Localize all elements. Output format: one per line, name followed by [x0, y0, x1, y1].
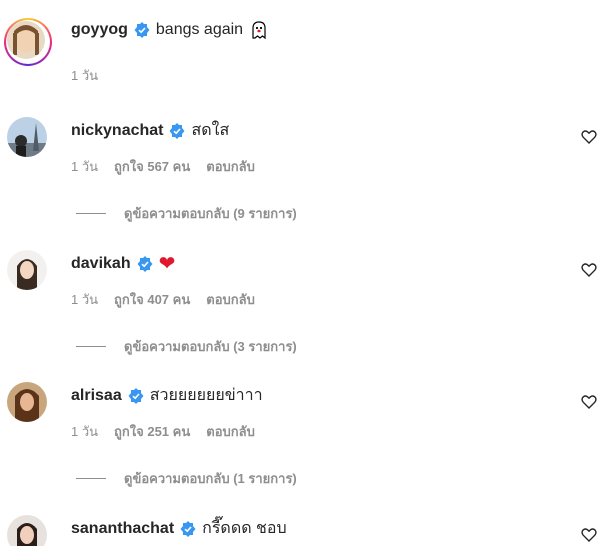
- comment-time: 1 วัน: [71, 159, 99, 174]
- reply-divider: [76, 346, 106, 347]
- story-ring-avatar[interactable]: [4, 18, 52, 66]
- avatar-goyyog: [7, 21, 45, 59]
- like-heart-icon[interactable]: [581, 262, 597, 278]
- comment-item: alrisaa สวยยยยยยข่าาา 1 วัน ถูกใจ 251 คน…: [4, 382, 604, 492]
- comment-text: สวยยยยยยข่าาา: [149, 387, 263, 404]
- comment-item: sananthachat กรี๊ดดด ชอบ: [4, 515, 604, 546]
- comment-username[interactable]: davikah: [71, 254, 131, 274]
- comment-item: nickynachat สดใส 1 วัน ถูกใจ 567 คน ตอบก…: [4, 117, 604, 227]
- like-heart-icon[interactable]: [581, 394, 597, 410]
- avatar-sananthachat[interactable]: [7, 515, 47, 546]
- ghost-emoji-icon: [252, 21, 266, 40]
- comment-meta: 1 วัน ถูกใจ 407 คน ตอบกลับ: [71, 292, 255, 308]
- verified-badge-icon: [137, 256, 153, 272]
- comment-username[interactable]: sananthachat: [71, 519, 174, 539]
- view-replies-button[interactable]: ดูข้อความตอบกลับ (3 รายการ): [76, 336, 297, 357]
- comment-likes[interactable]: ถูกใจ 407 คน: [114, 292, 190, 308]
- avatar-nickynachat[interactable]: [7, 117, 47, 157]
- comment-time: 1 วัน: [71, 424, 99, 439]
- comment-text: กรี๊ดดด ชอบ: [202, 520, 287, 537]
- verified-badge-icon: [180, 521, 196, 537]
- caption-username[interactable]: goyyog: [71, 20, 128, 40]
- verified-badge-icon: [169, 123, 185, 139]
- comment-likes[interactable]: ถูกใจ 251 คน: [114, 424, 190, 440]
- view-replies-label: ดูข้อความตอบกลับ (1 รายการ): [124, 471, 297, 486]
- comment-text-heart: ❤: [158, 253, 176, 275]
- reply-divider: [76, 478, 106, 479]
- view-replies-button[interactable]: ดูข้อความตอบกลับ (9 รายการ): [76, 203, 297, 224]
- like-heart-icon[interactable]: [581, 129, 597, 145]
- avatar-davikah[interactable]: [7, 250, 47, 290]
- verified-badge-icon: [128, 388, 144, 404]
- reply-button[interactable]: ตอบกลับ: [206, 159, 255, 175]
- reply-divider: [76, 213, 106, 214]
- comment-text: สดใส: [191, 122, 230, 139]
- view-replies-label: ดูข้อความตอบกลับ (9 รายการ): [124, 206, 297, 221]
- comment-username[interactable]: alrisaa: [71, 386, 122, 406]
- comment-time: 1 วัน: [71, 292, 99, 307]
- comment-likes[interactable]: ถูกใจ 567 คน: [114, 159, 190, 175]
- like-heart-icon[interactable]: [581, 527, 597, 543]
- caption-meta: 1 วัน: [71, 68, 98, 84]
- post-caption: goyyog bangs again 1 วัน: [4, 16, 604, 92]
- caption-text: bangs again: [155, 21, 244, 38]
- caption-time: 1 วัน: [71, 68, 99, 83]
- comment-username[interactable]: nickynachat: [71, 121, 163, 141]
- view-replies-button[interactable]: ดูข้อความตอบกลับ (1 รายการ): [76, 468, 297, 489]
- comment-item: davikah ❤ 1 วัน ถูกใจ 407 คน ตอบกลับ ดูข…: [4, 250, 604, 360]
- reply-button[interactable]: ตอบกลับ: [206, 424, 255, 440]
- view-replies-label: ดูข้อความตอบกลับ (3 รายการ): [124, 339, 297, 354]
- reply-button[interactable]: ตอบกลับ: [206, 292, 255, 308]
- comment-meta: 1 วัน ถูกใจ 567 คน ตอบกลับ: [71, 159, 255, 175]
- verified-badge-icon: [134, 22, 150, 38]
- comment-meta: 1 วัน ถูกใจ 251 คน ตอบกลับ: [71, 424, 255, 440]
- avatar-alrisaa[interactable]: [7, 382, 47, 422]
